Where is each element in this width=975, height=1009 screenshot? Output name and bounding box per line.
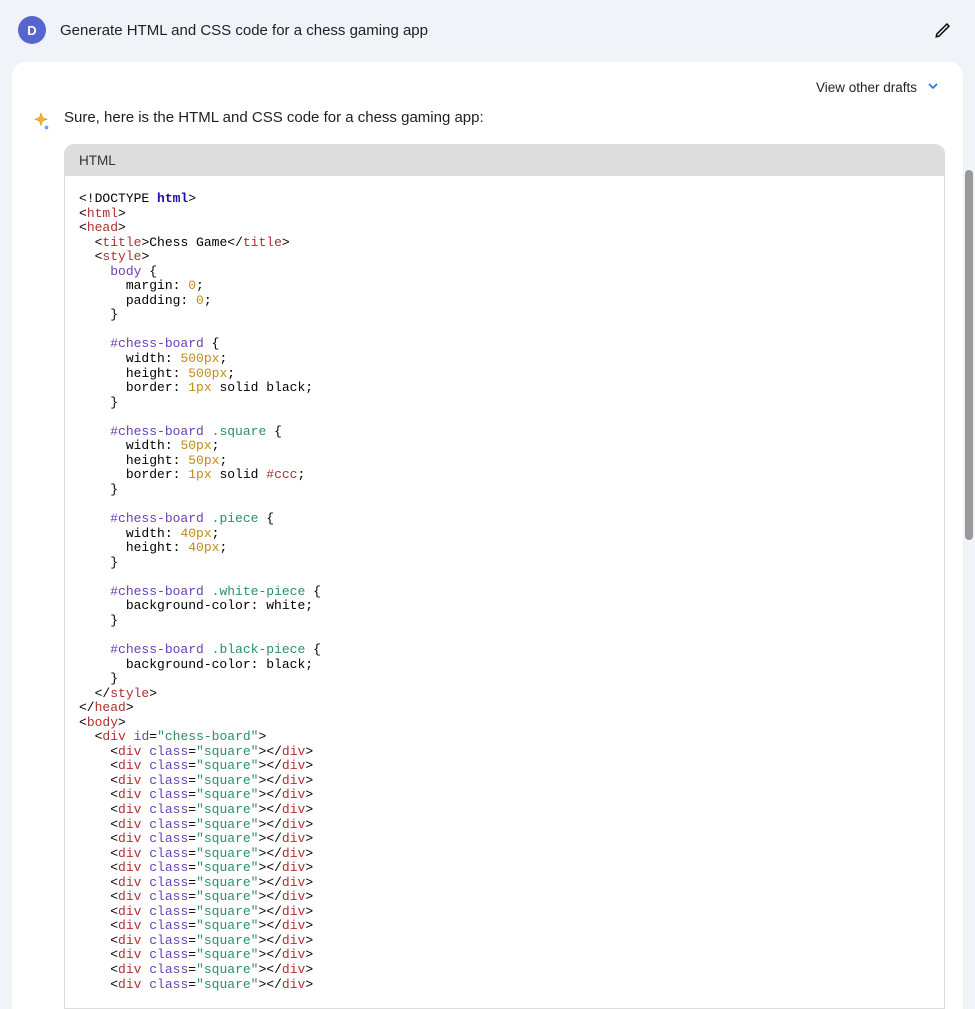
pencil-icon — [934, 21, 952, 39]
scrollbar-thumb[interactable] — [965, 170, 973, 540]
sparkle-icon — [30, 111, 52, 133]
assistant-reply-card: View other drafts Sure, here is the HTML… — [12, 62, 963, 1009]
view-drafts-button[interactable]: View other drafts — [816, 80, 917, 95]
edit-prompt-button[interactable] — [929, 16, 957, 44]
user-prompt-text: Generate HTML and CSS code for a chess g… — [60, 22, 929, 39]
scrollbar[interactable] — [965, 170, 973, 540]
code-block: HTML <!DOCTYPE html> <html> <head> <titl… — [64, 144, 945, 1009]
code-language-label: HTML — [65, 145, 944, 176]
reply-intro-text: Sure, here is the HTML and CSS code for … — [64, 109, 945, 126]
chevron-down-icon[interactable] — [925, 78, 941, 97]
user-prompt-row: D Generate HTML and CSS code for a chess… — [12, 6, 963, 62]
code-content[interactable]: <!DOCTYPE html> <html> <head> <title>Che… — [65, 176, 944, 1008]
user-avatar: D — [18, 16, 46, 44]
